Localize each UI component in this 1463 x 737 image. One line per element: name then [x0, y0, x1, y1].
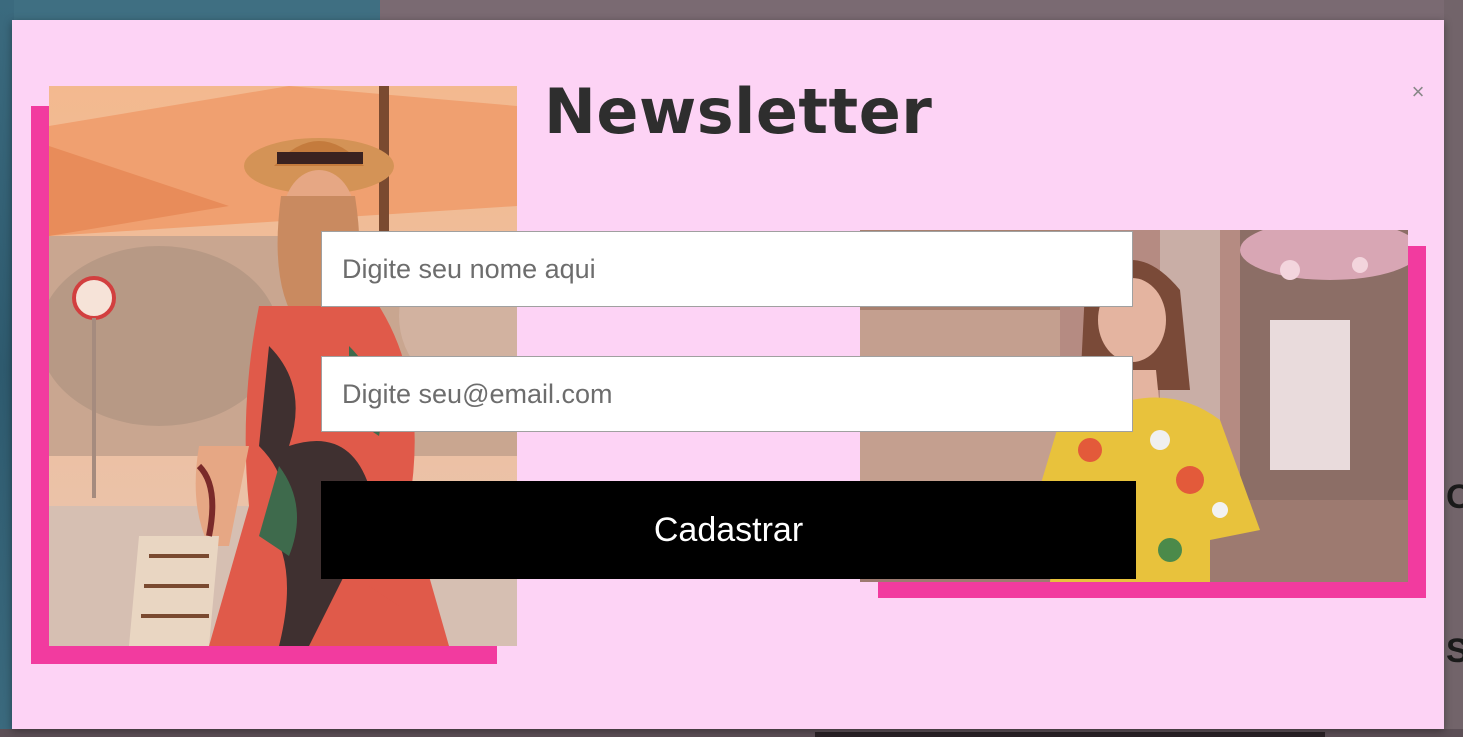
name-input[interactable]	[321, 231, 1133, 307]
close-icon[interactable]: ×	[1406, 80, 1430, 104]
background-page-header	[0, 0, 380, 22]
background-partial-glyph: S	[1446, 632, 1463, 670]
newsletter-modal: × Newsletter Digite seu nome aqui Digite…	[12, 20, 1444, 729]
email-input[interactable]	[321, 356, 1133, 432]
background-partial-glyph: O	[1446, 478, 1463, 516]
background-page-banner	[380, 0, 1463, 22]
background-page-footer-bar	[815, 732, 1325, 737]
newsletter-title: Newsletter	[544, 75, 933, 148]
submit-button[interactable]: Cadastrar	[321, 481, 1136, 579]
background-page-right-edge	[1444, 0, 1463, 737]
